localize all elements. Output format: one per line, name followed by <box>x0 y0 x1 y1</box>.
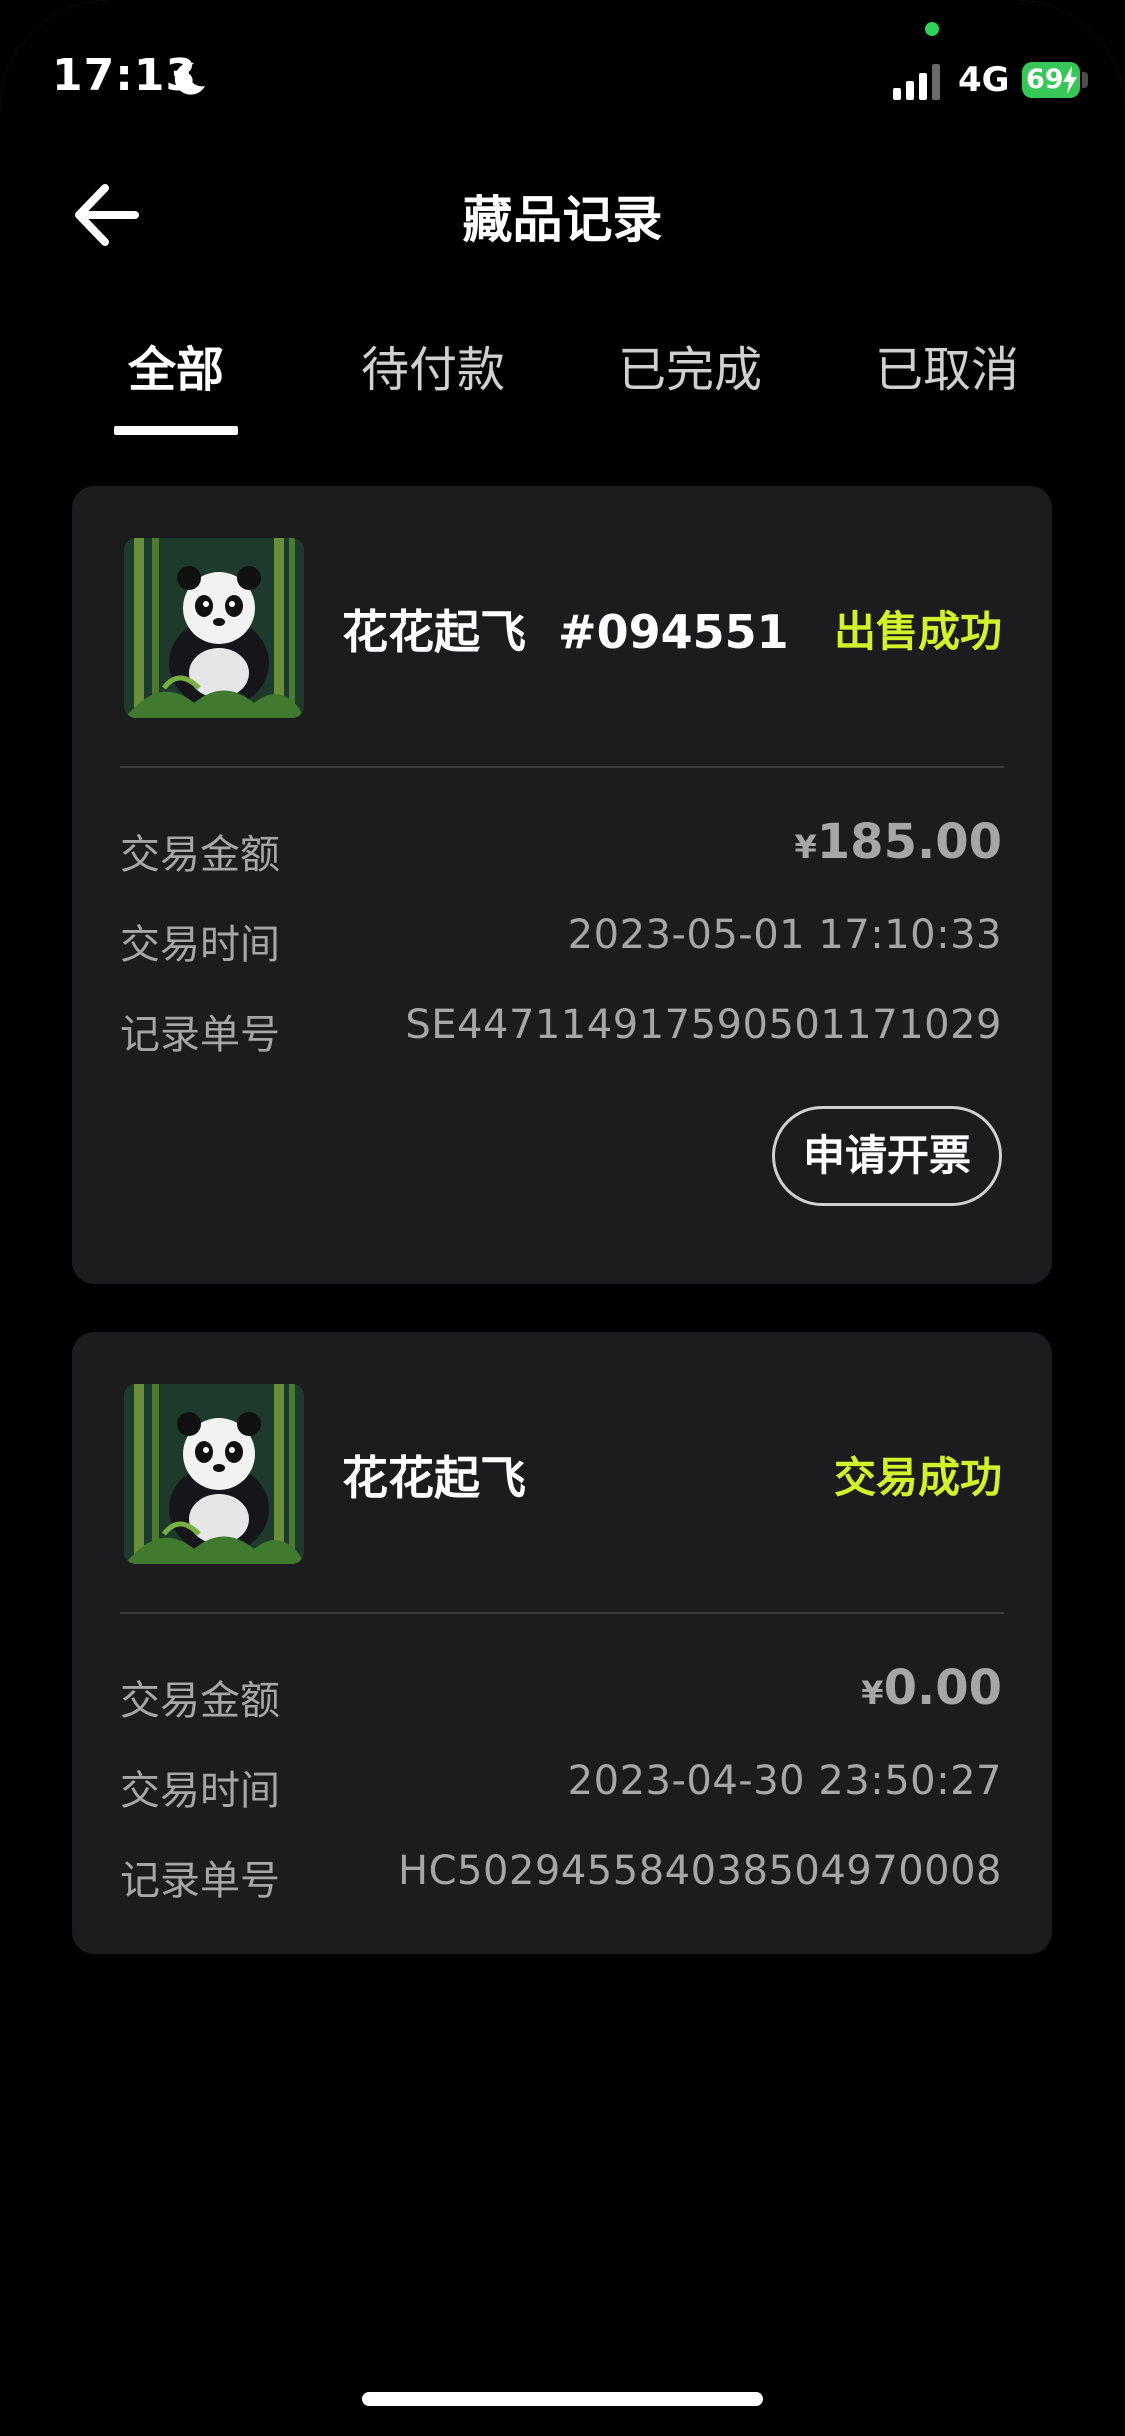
panda-thumbnail <box>124 1384 304 1564</box>
amount-row: 交易金额 ¥0.00 <box>120 1660 1002 1728</box>
tab-completed[interactable]: 已完成 <box>580 330 800 400</box>
order-label: 记录单号 <box>120 1858 280 1904</box>
network-label: 4G <box>958 60 1010 100</box>
phone-frame: 17:13 4G 69 藏品记录 全部 待付款 已完成 已取消 花花起飞 #09… <box>0 0 1125 2436</box>
order-number: HC502945584038504970008 <box>398 1848 1002 1894</box>
collectible-name: 花花起飞 #094551 <box>342 605 789 659</box>
tab-cancelled[interactable]: 已取消 <box>837 330 1057 400</box>
request-invoice-button[interactable]: 申请开票 <box>772 1106 1002 1206</box>
tab-bar: 全部 待付款 已完成 已取消 <box>0 330 1125 450</box>
currency-symbol: ¥ <box>794 828 817 866</box>
tab-pending-payment[interactable]: 待付款 <box>323 330 543 400</box>
amount-label: 交易金额 <box>120 832 280 878</box>
amount-number: 185.00 <box>816 814 1002 870</box>
battery-level: 69 <box>1026 64 1064 95</box>
time-row: 交易时间 2023-05-01 17:10:33 <box>120 912 1002 972</box>
panda-thumbnail <box>124 538 304 718</box>
amount-label: 交易金额 <box>120 1678 280 1724</box>
record-card[interactable]: 花花起飞 交易成功 交易金额 ¥0.00 交易时间 2023-04-30 23:… <box>72 1332 1052 1954</box>
tab-label: 已完成 <box>617 342 762 398</box>
tab-label: 全部 <box>127 342 224 398</box>
status-badge: 出售成功 <box>833 607 1002 656</box>
moon-icon <box>174 62 205 95</box>
order-number: SE447114917590501171029 <box>405 1002 1002 1048</box>
time-row: 交易时间 2023-04-30 23:50:27 <box>120 1758 1002 1818</box>
tab-all[interactable]: 全部 <box>66 330 286 435</box>
amount-row: 交易金额 ¥185.00 <box>120 814 1002 882</box>
amount-value: ¥185.00 <box>795 814 1003 870</box>
order-label: 记录单号 <box>120 1012 280 1058</box>
home-indicator[interactable] <box>362 2392 763 2406</box>
divider <box>120 766 1004 768</box>
tab-active-indicator <box>114 426 238 435</box>
tab-label: 待付款 <box>360 342 505 398</box>
amount-number: 0.00 <box>883 1660 1002 1716</box>
divider <box>120 1612 1004 1614</box>
collectible-name: 花花起飞 <box>342 1451 526 1505</box>
currency-symbol: ¥ <box>861 1674 884 1712</box>
screen: 17:13 4G 69 藏品记录 全部 待付款 已完成 已取消 花花起飞 #09… <box>0 0 1125 2436</box>
record-card[interactable]: 花花起飞 #094551 出售成功 交易金额 ¥185.00 交易时间 2023… <box>72 486 1052 1284</box>
tab-label: 已取消 <box>874 342 1019 398</box>
time-value: 2023-05-01 17:10:33 <box>567 912 1002 958</box>
amount-value: ¥0.00 <box>861 1660 1002 1716</box>
order-row: 记录单号 SE447114917590501171029 <box>120 1002 1002 1062</box>
camera-indicator <box>925 22 939 36</box>
charging-bolt-icon <box>1063 66 1077 94</box>
page-title: 藏品记录 <box>462 191 663 249</box>
battery-cap <box>1082 72 1088 88</box>
time-label: 交易时间 <box>120 1768 280 1814</box>
time-value: 2023-04-30 23:50:27 <box>567 1758 1002 1804</box>
time-label: 交易时间 <box>120 922 280 968</box>
status-badge: 交易成功 <box>833 1453 1002 1502</box>
battery-icon: 69 <box>1022 62 1080 98</box>
signal-icon <box>893 64 940 100</box>
order-row: 记录单号 HC502945584038504970008 <box>120 1848 1002 1908</box>
